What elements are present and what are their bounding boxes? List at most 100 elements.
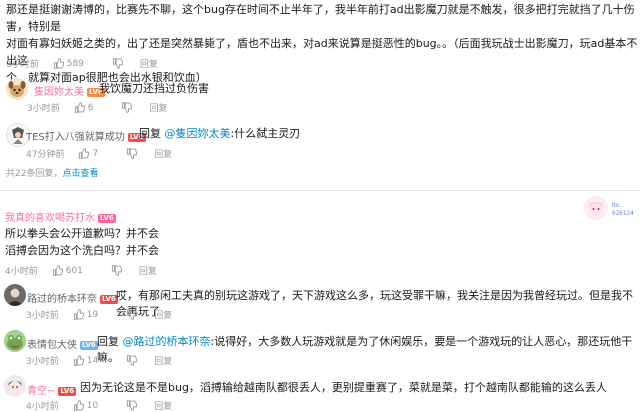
top-comment-meta: 3小时前 589 回复 — [6, 57, 172, 70]
thumb-up-icon — [74, 102, 85, 113]
like-count: 14 — [86, 355, 99, 366]
level-badge: LV6 — [98, 214, 116, 223]
reply-prefix: 回复 — [139, 127, 161, 140]
reply-text: 我饮魔刀还挡过负伤害 — [99, 82, 209, 95]
reply-prefix: 回复 — [97, 335, 119, 348]
reply-text: 哎，有那闲工夫真的别玩这游戏了，天下游戏这么多，玩这受罪干嘛，我关注是因为我曾经… — [116, 289, 633, 318]
dislike-button[interactable] — [126, 309, 140, 320]
reply-button[interactable]: 回复 — [149, 101, 167, 114]
thumb-up-icon — [73, 355, 84, 366]
like-button[interactable]: 589 — [53, 58, 98, 69]
anime-girl-icon — [589, 202, 603, 216]
username[interactable]: 我真的喜欢喝苏打水 — [5, 213, 95, 224]
like-button[interactable]: 19 — [73, 309, 112, 320]
dislike-button[interactable] — [112, 58, 126, 69]
timestamp: 3小时前 — [6, 60, 39, 70]
avatar[interactable] — [4, 284, 26, 306]
thumb-up-icon — [79, 148, 90, 159]
comment-line: 那还是挺谢谢涛博的，比赛先不聊，这个bug存在时间不止半年了，我半年前打ad出影… — [6, 3, 635, 33]
reply-header: 表情包大侠 LV6 — [27, 333, 98, 352]
reply-button[interactable]: 回复 — [154, 354, 172, 367]
thumb-down-icon — [122, 102, 133, 113]
fan-number-badge: No. 026124 — [612, 202, 634, 218]
thumb-down-icon — [127, 400, 138, 411]
username[interactable]: TES打入八强就算成功 — [26, 132, 125, 143]
comment-header: 我真的喜欢喝苏打水 LV6 — [5, 206, 116, 225]
reply-meta: 4小时前 10 回复 — [26, 399, 186, 412]
timestamp: 47分钟前 — [26, 150, 65, 160]
like-button[interactable]: 10 — [73, 400, 112, 411]
username[interactable]: 表情包大侠 — [27, 340, 77, 351]
reply-meta: 3小时前 6 回复 — [27, 101, 181, 114]
divider — [0, 190, 640, 191]
reply-meta: 3小时前 19 回复 — [26, 308, 186, 321]
like-count: 7 — [92, 148, 99, 159]
reply-button[interactable]: 回复 — [154, 399, 172, 412]
username[interactable]: 路过的桥本环奈 — [27, 294, 97, 305]
reply-button[interactable]: 回复 — [154, 147, 172, 160]
dislike-button[interactable] — [126, 148, 140, 159]
reply-header: TES打入八强就算成功 LV6 — [26, 125, 146, 144]
username[interactable]: 青空~ — [27, 386, 55, 397]
timestamp: 3小时前 — [26, 357, 59, 367]
reply-text: 因为无论这是不是bug，滔搏输给越南队都很丢人，更别提重赛了，菜就是菜，打个越南… — [80, 381, 607, 394]
thumb-down-icon — [112, 58, 123, 69]
dog-avatar-icon — [6, 78, 28, 100]
like-button[interactable]: 14 — [73, 355, 112, 366]
dislike-button[interactable] — [121, 102, 135, 113]
reply-count: 共22条回复，点击查看 — [6, 166, 98, 179]
timestamp: 4小时前 — [26, 402, 59, 412]
reply-button[interactable]: 回复 — [140, 57, 158, 70]
dislike-button[interactable] — [126, 400, 140, 411]
reply-meta: 3小时前 14 回复 — [26, 354, 186, 367]
username[interactable]: 隻因妳太美 — [34, 87, 84, 98]
comment-line: 所以拳头会公开道歉吗？并不会 — [5, 227, 159, 240]
dislike-button[interactable] — [126, 355, 140, 366]
avatar[interactable] — [6, 78, 28, 100]
reply-text: 回复 @隻因妳太美:什么弑主灵刃 — [139, 125, 300, 141]
like-count: 6 — [87, 102, 94, 113]
thumb-up-icon — [73, 400, 84, 411]
timestamp: 4小时前 — [5, 267, 38, 277]
fan-badge-avatar — [584, 196, 608, 220]
like-count: 19 — [86, 309, 99, 320]
badge-label: No. — [612, 202, 623, 209]
thumb-down-icon — [111, 265, 122, 276]
comment-line: 滔搏会因为这个洗白吗？并不会 — [5, 244, 159, 257]
mention-link[interactable]: @隻因妳太美 — [165, 127, 231, 140]
like-button[interactable]: 6 — [74, 102, 108, 113]
level-badge: LV6 — [58, 387, 77, 396]
top-comment-text: 那还是挺谢谢涛博的，比赛先不聊，这个bug存在时间不止半年了，我半年前打ad出影… — [6, 1, 638, 86]
reply-count-text: 共22条回复， — [6, 169, 63, 179]
level-badge: LV6 — [80, 341, 98, 350]
frog-avatar-icon — [4, 330, 26, 352]
like-count: 10 — [86, 400, 99, 411]
thumb-up-icon — [73, 309, 84, 320]
user-avatar-icon — [4, 284, 26, 306]
reply-body: :什么弑主灵刃 — [230, 127, 301, 140]
like-count: 589 — [66, 58, 84, 69]
reply-header: 隻因妳太美 LV6 — [34, 80, 105, 99]
reply-button[interactable]: 回复 — [154, 308, 172, 321]
view-more-link[interactable]: 点击查看 — [62, 169, 98, 179]
timestamp: 3小时前 — [27, 104, 60, 114]
mention-link[interactable]: @路过的桥本环奈 — [123, 335, 211, 348]
timestamp: 3小时前 — [26, 311, 59, 321]
like-button[interactable]: 601 — [52, 265, 97, 276]
reply-meta: 47分钟前 7 回复 — [26, 147, 186, 160]
badge-number: 026124 — [612, 210, 634, 217]
thumb-down-icon — [127, 148, 138, 159]
anime-avatar-icon — [4, 375, 26, 397]
thumb-down-icon — [127, 309, 138, 320]
comment-text: 所以拳头会公开道歉吗？并不会 滔搏会因为这个洗白吗？并不会 — [5, 225, 159, 259]
avatar[interactable] — [4, 375, 26, 397]
reply-button[interactable]: 回复 — [139, 264, 157, 277]
thumb-down-icon — [127, 355, 138, 366]
reply-header: 路过的桥本环奈 LV6 — [27, 287, 118, 306]
reply-header: 青空~ LV6 — [27, 379, 77, 398]
thumb-up-icon — [53, 58, 64, 69]
avatar[interactable] — [4, 330, 26, 352]
dislike-button[interactable] — [111, 265, 125, 276]
thumb-up-icon — [52, 265, 63, 276]
like-button[interactable]: 7 — [78, 148, 112, 159]
